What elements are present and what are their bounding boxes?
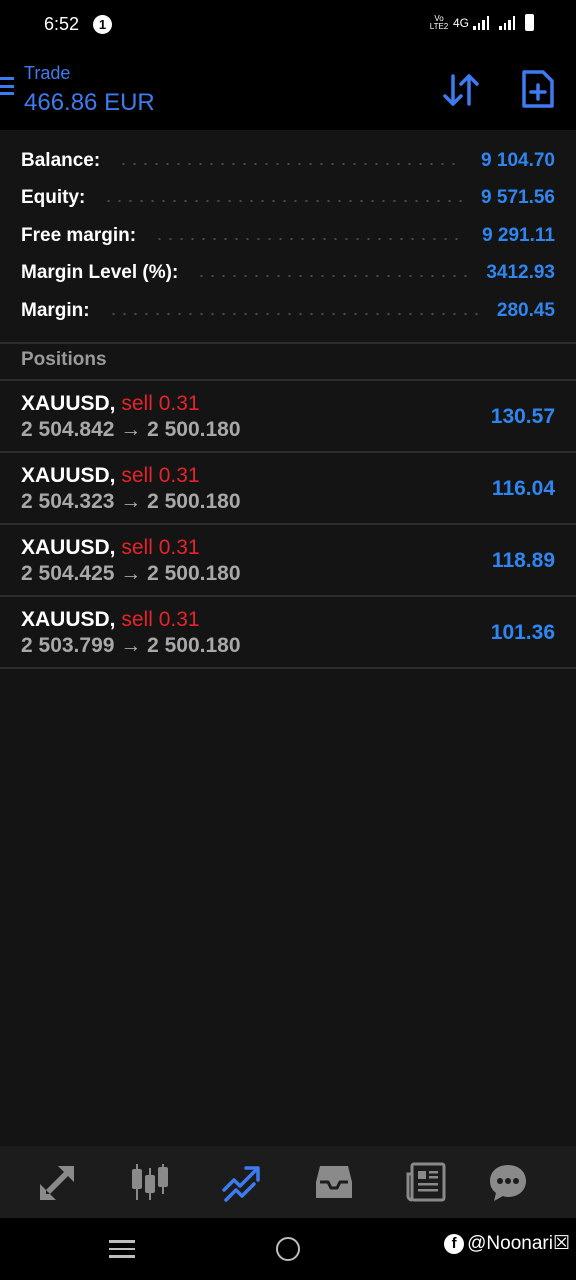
- divider: [0, 342, 576, 344]
- dot-leader: [107, 312, 479, 315]
- balance-label: Balance:: [21, 149, 101, 171]
- margin-value: 280.45: [496, 299, 555, 321]
- position-prices: 2 503.799 → 2 500.180: [21, 634, 241, 657]
- position-row[interactable]: XAUUSD, sell 0.31 2 503.799 → 2 500.180 …: [0, 597, 576, 669]
- position-prices: 2 504.842 → 2 500.180: [21, 418, 241, 441]
- position-title: XAUUSD, sell 0.31: [21, 536, 200, 560]
- system-nav-bar: f @Noonari☒: [0, 1218, 576, 1280]
- network-type: 4G: [452, 15, 469, 30]
- position-title: XAUUSD, sell 0.31: [21, 608, 200, 632]
- notification-badge: 1: [93, 15, 112, 34]
- trade-icon: [222, 1166, 260, 1202]
- divider: [0, 667, 576, 669]
- position-symbol: XAUUSD,: [21, 464, 116, 487]
- balance-value: 9 104.70: [481, 149, 555, 171]
- summary-row-margin-level: Margin Level (%): 3412.93: [0, 255, 576, 293]
- position-profit: 130.57: [490, 405, 555, 428]
- position-row[interactable]: XAUUSD, sell 0.31 2 504.323 → 2 500.180 …: [0, 453, 576, 525]
- menu-icon[interactable]: [0, 77, 15, 95]
- position-symbol: XAUUSD,: [21, 608, 116, 631]
- position-side: sell 0.31: [121, 608, 200, 631]
- tab-messages[interactable]: [486, 1160, 530, 1204]
- tab-news[interactable]: [404, 1160, 448, 1204]
- positions-header: Positions: [21, 349, 107, 370]
- app-header: Trade 466.86 EUR: [0, 50, 576, 130]
- messages-icon: [490, 1165, 526, 1201]
- position-prices: 2 504.323 → 2 500.180: [21, 490, 241, 513]
- signal-icon: [473, 15, 489, 30]
- position-row[interactable]: XAUUSD, sell 0.31 2 504.425 → 2 500.180 …: [0, 525, 576, 597]
- margin-level-value: 3412.93: [486, 262, 555, 284]
- new-order-button[interactable]: [520, 69, 556, 109]
- history-icon: [316, 1166, 352, 1198]
- facebook-icon: f: [444, 1233, 465, 1254]
- bottom-tab-bar: [0, 1146, 576, 1218]
- dot-leader: [118, 162, 464, 165]
- tab-trade[interactable]: [220, 1160, 264, 1204]
- position-profit: 101.36: [490, 621, 555, 644]
- trade-panel: Balance: 9 104.70 Equity: 9 571.56 Free …: [0, 130, 576, 1146]
- position-symbol: XAUUSD,: [21, 536, 116, 559]
- equity-value: 9 571.56: [481, 187, 555, 209]
- position-side: sell 0.31: [121, 392, 200, 415]
- summary-row-balance: Balance: 9 104.70: [0, 142, 576, 180]
- free-margin-value: 9 291.11: [482, 224, 555, 246]
- tab-quotes[interactable]: [36, 1160, 80, 1204]
- status-bar: 6:52 1 Vo LTE2 4G: [0, 0, 576, 50]
- summary-row-margin: Margin: 280.45: [0, 292, 576, 330]
- sort-arrows-icon: [443, 74, 479, 106]
- watermark: f @Noonari☒: [444, 1232, 570, 1255]
- status-time: 6:52: [44, 14, 80, 34]
- equity-label: Equity:: [21, 187, 86, 209]
- tab-chart[interactable]: [128, 1160, 172, 1204]
- position-symbol: XAUUSD,: [21, 392, 116, 415]
- battery-icon: [525, 14, 534, 31]
- margin-label: Margin:: [21, 299, 90, 321]
- signal-icon-2: [499, 15, 515, 30]
- home-button[interactable]: [276, 1237, 300, 1261]
- margin-level-label: Margin Level (%):: [21, 262, 179, 284]
- position-side: sell 0.31: [121, 536, 200, 559]
- news-icon: [406, 1162, 446, 1202]
- account-summary: Balance: 9 104.70 Equity: 9 571.56 Free …: [0, 142, 576, 330]
- watermark-text: @Noonari☒: [467, 1233, 570, 1254]
- position-row[interactable]: XAUUSD, sell 0.31 2 504.842 → 2 500.180 …: [0, 381, 576, 453]
- new-document-icon: [522, 70, 554, 108]
- account-profit: 466.86 EUR: [24, 89, 155, 116]
- tab-history[interactable]: [312, 1160, 356, 1204]
- position-profit: 116.04: [491, 477, 555, 500]
- dot-leader: [154, 237, 465, 240]
- quotes-icon: [40, 1166, 74, 1200]
- page-title: Trade: [24, 63, 71, 83]
- free-margin-label: Free margin:: [21, 224, 137, 246]
- volte-indicator: Vo LTE2: [429, 13, 449, 31]
- position-side: sell 0.31: [121, 464, 200, 487]
- status-indicators: Vo LTE2 4G: [429, 14, 534, 31]
- sort-button[interactable]: [441, 72, 481, 108]
- chart-icon: [132, 1164, 168, 1200]
- summary-row-equity: Equity: 9 571.56: [0, 180, 576, 218]
- position-title: XAUUSD, sell 0.31: [21, 464, 200, 488]
- dot-leader: [103, 200, 464, 203]
- position-profit: 118.89: [491, 549, 555, 572]
- position-title: XAUUSD, sell 0.31: [21, 392, 200, 416]
- dot-leader: [196, 275, 469, 278]
- position-prices: 2 504.425 → 2 500.180: [21, 562, 241, 585]
- summary-row-free-margin: Free margin: 9 291.11: [0, 217, 576, 255]
- recent-apps-button[interactable]: [109, 1240, 135, 1260]
